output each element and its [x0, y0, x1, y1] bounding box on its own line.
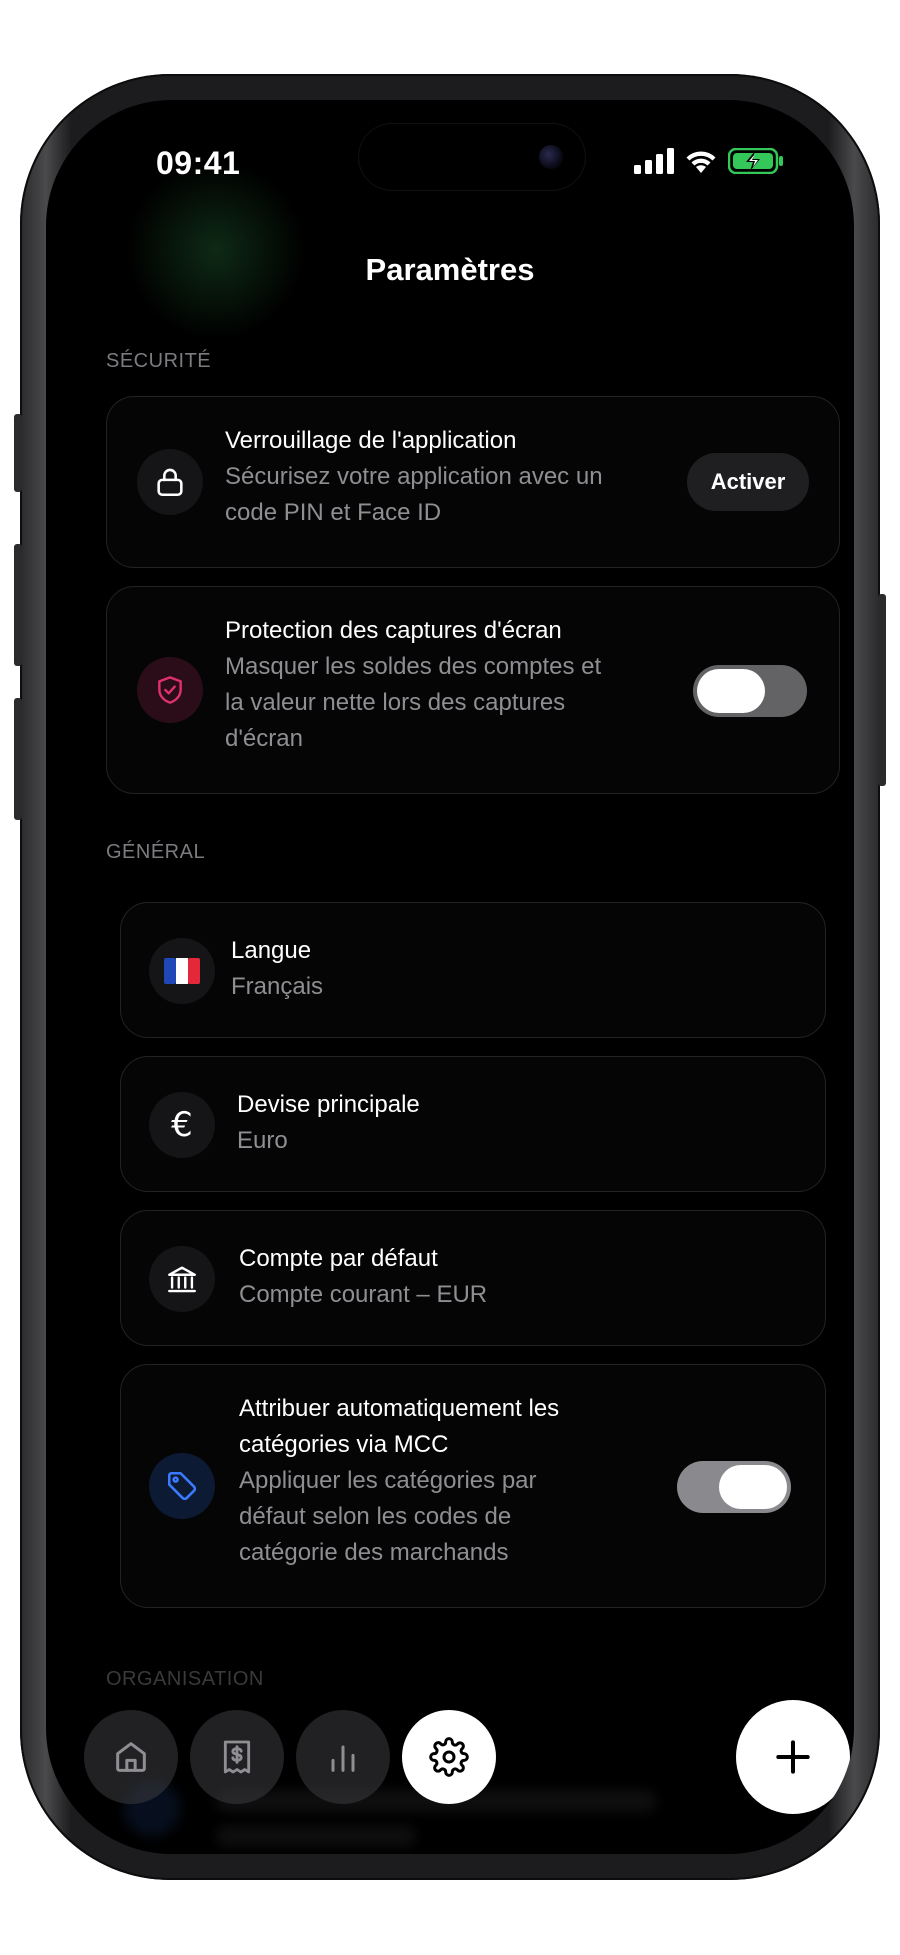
phone-frame: 09:41 Paramètres SÉCURITÉ Verrouillage d…	[14, 74, 886, 1880]
language-value: Français	[231, 973, 324, 1000]
wifi-icon	[686, 151, 716, 173]
screenshot-protection-subtitle-line3: d'écran	[225, 725, 303, 752]
add-button[interactable]	[736, 1700, 850, 1814]
tab-transactions[interactable]	[190, 1710, 284, 1804]
screenshot-protection-subtitle-line2: la valeur nette lors des captures	[225, 689, 566, 716]
currency-value: Euro	[237, 1127, 288, 1154]
plus-icon	[776, 1740, 810, 1774]
section-label-security: SÉCURITÉ	[106, 350, 212, 372]
app-lock-subtitle-line2: code PIN et Face ID	[225, 499, 442, 526]
tab-settings[interactable]	[402, 1710, 496, 1804]
background-glow	[126, 160, 306, 340]
default-account-icon-wrap	[149, 1246, 215, 1312]
mcc-toggle[interactable]	[677, 1461, 791, 1513]
language-title: Langue	[231, 937, 312, 964]
default-account-value: Compte courant – EUR	[239, 1281, 488, 1308]
currency-card[interactable]: € Devise principale Euro	[120, 1056, 826, 1192]
screenshot-protection-icon-wrap	[137, 657, 203, 723]
page-title: Paramètres	[365, 252, 535, 287]
app-lock-subtitle-line1: Sécurisez votre application avec un	[225, 463, 603, 490]
euro-icon: €	[171, 1105, 193, 1145]
app-lock-card: Verrouillage de l'application Sécurisez …	[106, 396, 840, 568]
power-button	[878, 594, 886, 786]
mcc-subtitle-line2: défaut selon les codes de	[239, 1503, 512, 1530]
language-icon-wrap	[149, 938, 215, 1004]
home-icon	[116, 1742, 146, 1772]
app-lock-icon-wrap	[137, 449, 203, 515]
bank-icon	[168, 1266, 196, 1293]
activate-app-lock-button[interactable]: Activer	[687, 453, 809, 511]
screenshot-protection-title: Protection des captures d'écran	[225, 617, 562, 644]
mcc-card: Attribuer automatiquement les catégories…	[120, 1364, 826, 1608]
mcc-subtitle-line1: Appliquer les catégories par	[239, 1467, 537, 1494]
tab-home[interactable]	[84, 1710, 178, 1804]
language-card[interactable]: Langue Français	[120, 902, 826, 1038]
screenshot-protection-toggle[interactable]	[693, 665, 807, 717]
dynamic-island	[359, 124, 585, 190]
screenshot-protection-subtitle-line1: Masquer les soldes des comptes et	[225, 653, 602, 680]
action-button	[14, 414, 22, 492]
currency-title: Devise principale	[237, 1091, 420, 1118]
blurred-list-text	[216, 1826, 416, 1846]
lock-icon	[157, 468, 183, 497]
tag-icon	[167, 1471, 197, 1501]
section-label-organisation: ORGANISATION	[106, 1668, 264, 1690]
chart-icon	[331, 1745, 355, 1772]
status-time: 09:41	[156, 145, 241, 181]
mcc-subtitle-line3: catégorie des marchands	[239, 1539, 509, 1566]
camera-icon	[539, 145, 563, 169]
volume-up-button	[14, 544, 22, 666]
screenshot-protection-card: Protection des captures d'écran Masquer …	[106, 586, 840, 794]
toggle-knob	[697, 669, 765, 713]
status-icons	[634, 148, 784, 174]
mcc-icon-wrap	[149, 1453, 215, 1519]
battery-charging-icon	[728, 148, 783, 174]
cellular-signal-icon	[634, 148, 674, 174]
toggle-knob	[719, 1465, 787, 1509]
mcc-title-line1: Attribuer automatiquement les	[239, 1395, 560, 1422]
section-label-general: GÉNÉRAL	[106, 841, 206, 863]
screen: 09:41 Paramètres SÉCURITÉ Verrouillage d…	[46, 100, 854, 1854]
receipt-icon	[223, 1740, 251, 1774]
shield-check-icon	[158, 676, 182, 704]
tab-statistics[interactable]	[296, 1710, 390, 1804]
mcc-title-line2: catégories via MCC	[239, 1431, 449, 1458]
default-account-title: Compte par défaut	[239, 1245, 438, 1272]
french-flag-icon	[164, 958, 200, 984]
default-account-card[interactable]: Compte par défaut Compte courant – EUR	[120, 1210, 826, 1346]
app-lock-title: Verrouillage de l'application	[225, 427, 517, 454]
gear-icon	[429, 1737, 469, 1777]
currency-icon-wrap: €	[149, 1092, 215, 1158]
volume-down-button	[14, 698, 22, 820]
